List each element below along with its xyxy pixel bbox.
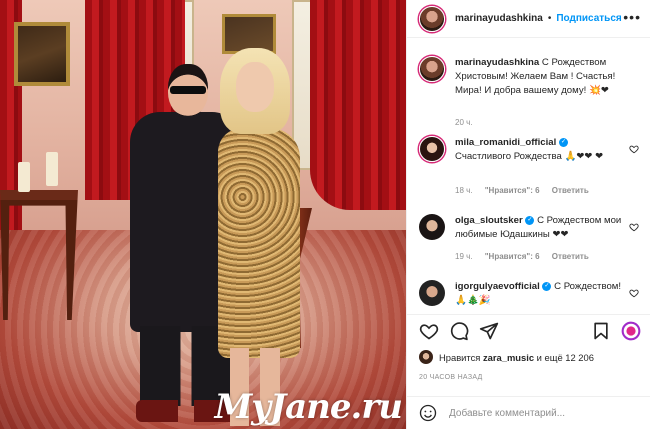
comment-body: mila_romanidi_official ✓ Счастливого Рож… — [455, 136, 625, 164]
comment-text: Счастливого Рождества 🙏❤❤ ❤ — [455, 151, 604, 162]
comment-meta: 19 ч. "Нравится": 6 Ответить — [455, 252, 599, 261]
like-comment-heart-icon[interactable] — [629, 222, 639, 232]
save-bookmark-icon[interactable] — [591, 321, 611, 341]
verified-badge-icon: ✓ — [525, 215, 535, 225]
comment-username[interactable]: mila_romanidi_official — [455, 137, 556, 148]
comments-list[interactable]: marinayudashkina С Рождеством Христовым!… — [407, 48, 650, 310]
extension-badge-icon[interactable] — [621, 321, 641, 341]
verified-badge-icon: ✓ — [558, 137, 568, 147]
photo-curtain-right — [310, 0, 406, 210]
share-paper-plane-icon[interactable] — [479, 321, 499, 341]
post-photo[interactable]: MyJane.ru — [0, 0, 406, 429]
comment-username[interactable]: olga_sloutsker — [455, 215, 523, 226]
reply-button[interactable]: Ответить — [552, 252, 589, 261]
comment-time[interactable]: 19 ч. — [455, 252, 473, 261]
caption-username[interactable]: marinayudashkina — [455, 57, 539, 68]
add-comment-input[interactable]: Добавьте комментарий... — [449, 408, 565, 419]
like-comment-heart-icon[interactable] — [629, 144, 639, 154]
likes-summary: Нравится zara_music и ещё 12 206 — [419, 350, 649, 364]
comment-username[interactable]: igorgulyaevofficial — [455, 281, 540, 292]
comment-time[interactable]: 18 ч. — [455, 186, 473, 195]
author-avatar[interactable] — [419, 5, 445, 32]
reply-button[interactable]: Ответить — [552, 186, 589, 195]
caption-time[interactable]: 20 ч. — [455, 118, 473, 127]
like-heart-icon[interactable] — [419, 321, 439, 341]
caption-avatar[interactable] — [419, 56, 445, 82]
photo-candle — [18, 162, 30, 192]
comment-body: olga_sloutsker ✓ С Рождеством мои любимы… — [455, 214, 625, 242]
likes-prefix: Нравится — [439, 351, 481, 363]
comment-avatar[interactable] — [419, 136, 445, 162]
post-timestamp[interactable]: 20 ЧАСОВ НАЗАД — [419, 374, 483, 381]
watermark-logo: MyJane.ru — [214, 387, 403, 427]
comment-avatar[interactable] — [419, 280, 445, 306]
like-comment-heart-icon[interactable] — [629, 288, 639, 298]
caption-body: marinayudashkina С Рождеством Христовым!… — [455, 56, 625, 98]
comment-likes[interactable]: "Нравится": 6 — [485, 252, 540, 261]
post-sidebar: marinayudashkina • Подписаться ••• marin… — [406, 0, 650, 429]
more-options-icon[interactable]: ••• — [623, 10, 641, 24]
follow-button[interactable]: Подписаться — [556, 13, 621, 24]
separator-dot: • — [547, 13, 552, 24]
photo-candle — [46, 152, 58, 186]
caption-meta: 20 ч. — [455, 118, 483, 127]
likes-user[interactable]: zara_music — [483, 352, 534, 363]
liker-avatar[interactable] — [419, 350, 433, 364]
comment-meta: 18 ч. "Нравится": 6 Ответить — [455, 186, 599, 195]
comment-avatar[interactable] — [419, 214, 445, 240]
comment-bubble-icon[interactable] — [449, 321, 469, 341]
action-bar — [407, 314, 650, 346]
likes-count[interactable]: и ещё 12 206 — [537, 352, 594, 363]
comment-likes[interactable]: "Нравится": 6 — [485, 186, 540, 195]
emoji-smiley-icon[interactable] — [419, 404, 437, 422]
post-header: marinayudashkina • Подписаться ••• — [407, 0, 650, 38]
author-username[interactable]: marinayudashkina — [455, 13, 543, 24]
verified-badge-icon: ✓ — [542, 281, 552, 291]
comment-body: igorgulyaevofficial ✓ С Рождеством! 🙏🎄🎉 — [455, 280, 625, 308]
photo-woman — [214, 48, 306, 429]
photo-painting — [14, 22, 70, 86]
add-comment-bar: Добавьте комментарий... — [407, 396, 650, 429]
